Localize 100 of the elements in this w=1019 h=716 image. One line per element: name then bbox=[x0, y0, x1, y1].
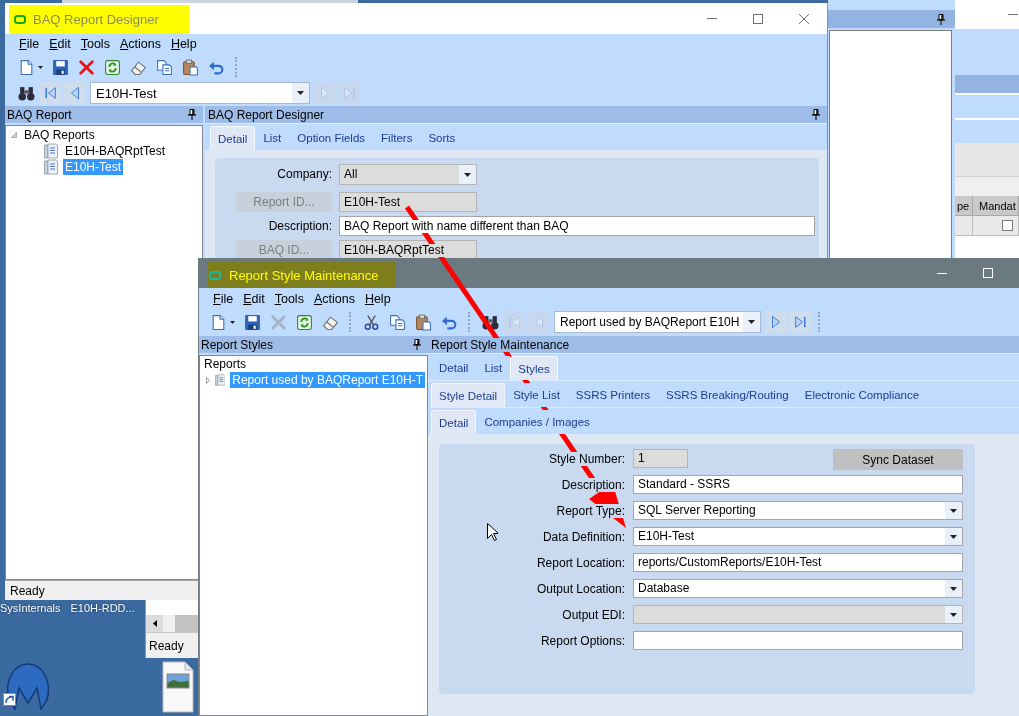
skip-back-icon bbox=[508, 315, 522, 329]
first-record-button[interactable] bbox=[40, 82, 62, 104]
mouse-pointer-icon bbox=[487, 523, 498, 541]
window-app-icon bbox=[209, 270, 221, 280]
refresh-icon[interactable] bbox=[103, 58, 121, 76]
triangle-right-icon[interactable] bbox=[206, 375, 210, 385]
tree-item[interactable]: BAQ Reports bbox=[22, 127, 97, 143]
horizontal-scrollbar[interactable] bbox=[146, 615, 198, 632]
menu-item[interactable]: Tools bbox=[269, 292, 309, 306]
triangle-left-icon bbox=[152, 620, 157, 627]
field-label: Company: bbox=[277, 167, 332, 181]
desktop-icon-label[interactable]: E10H-RDD... bbox=[70, 602, 135, 614]
menu-item[interactable]: Tools bbox=[75, 37, 115, 51]
menu-item[interactable]: Help bbox=[359, 292, 396, 306]
panel-title: BAQ Report Designer bbox=[208, 107, 325, 122]
menu-item[interactable]: File bbox=[14, 37, 45, 51]
menu-item[interactable]: Edit bbox=[238, 292, 270, 306]
grid-toolbar bbox=[955, 143, 1019, 176]
next-record-button[interactable] bbox=[765, 311, 788, 333]
field-label: Description: bbox=[268, 219, 332, 233]
text-field[interactable]: E10H-Test bbox=[339, 192, 477, 212]
dropdown-field[interactable] bbox=[633, 605, 963, 624]
dropdown-field[interactable]: E10H-Test bbox=[633, 527, 963, 546]
record-dropdown[interactable]: E10H-Test bbox=[90, 82, 310, 104]
number-field[interactable]: 1 bbox=[633, 449, 688, 468]
triangle-left-icon bbox=[532, 315, 546, 329]
window-title: BAQ Report Designer bbox=[33, 12, 159, 27]
caret-down-icon[interactable] bbox=[950, 534, 957, 539]
copy-icon[interactable] bbox=[388, 313, 406, 331]
document-icon bbox=[44, 143, 58, 159]
dropdown-field[interactable]: SQL Server Reporting bbox=[633, 501, 963, 520]
caret-down-icon[interactable] bbox=[37, 65, 43, 69]
caret-down-icon[interactable] bbox=[950, 612, 957, 617]
dropdown-field[interactable]: All bbox=[339, 164, 477, 185]
caret-down-icon[interactable] bbox=[950, 586, 957, 591]
tab[interactable]: Style Detail bbox=[431, 383, 506, 407]
window-title: Report Style Maintenance bbox=[229, 267, 379, 283]
last-record-button[interactable] bbox=[789, 311, 812, 333]
menu-item[interactable]: Help bbox=[165, 37, 202, 51]
record-dropdown[interactable]: Report used by BAQReport E10H bbox=[554, 311, 762, 333]
scroll-left-button[interactable] bbox=[146, 615, 163, 632]
field-label: Report Type: bbox=[556, 503, 625, 518]
clipboard-icon[interactable] bbox=[414, 313, 432, 331]
document-icon bbox=[214, 372, 226, 388]
field-label: Output EDI: bbox=[562, 607, 625, 622]
caret-down-icon[interactable] bbox=[950, 508, 957, 513]
shortcut-arrow-icon bbox=[3, 693, 16, 706]
column-header[interactable]: pe bbox=[955, 196, 973, 216]
dropdown-field[interactable]: Database bbox=[633, 579, 963, 598]
text-field[interactable] bbox=[633, 631, 963, 650]
tab[interactable]: Detail bbox=[210, 126, 256, 150]
clipboard-icon[interactable] bbox=[181, 58, 199, 76]
column-header[interactable]: Mandat bbox=[973, 196, 1019, 216]
tab[interactable]: Styles bbox=[510, 356, 558, 380]
desktop-icon-label[interactable]: SysInternals bbox=[0, 602, 61, 614]
tree-item[interactable]: E10H-BAQRptTest bbox=[63, 143, 168, 159]
binoculars-icon[interactable] bbox=[481, 313, 499, 331]
field-label: Description: bbox=[561, 477, 625, 492]
refresh-icon[interactable] bbox=[295, 313, 313, 331]
status-text: Ready bbox=[10, 583, 45, 598]
skip-back-icon bbox=[44, 86, 58, 100]
triangle-left-icon bbox=[68, 86, 82, 100]
tree-item[interactable]: Reports bbox=[202, 356, 249, 372]
pin-icon[interactable] bbox=[413, 339, 421, 350]
checkbox-icon[interactable] bbox=[1002, 220, 1013, 231]
panel-header bbox=[955, 75, 1019, 93]
pin-icon[interactable] bbox=[937, 13, 945, 25]
menu-item[interactable]: Actions bbox=[114, 37, 166, 51]
minimize-icon[interactable] bbox=[937, 272, 947, 274]
panel-title: BAQ Report bbox=[7, 107, 72, 122]
field-label: Output Location: bbox=[536, 581, 625, 596]
caret-down-icon[interactable] bbox=[297, 91, 304, 95]
menu-item[interactable]: File bbox=[208, 292, 239, 306]
field-label: Style Number: bbox=[548, 451, 625, 466]
pin-icon[interactable] bbox=[188, 109, 196, 120]
binoculars-icon[interactable] bbox=[17, 84, 35, 102]
text-field[interactable]: Standard - SSRS bbox=[633, 475, 963, 494]
skip-forward-icon bbox=[342, 86, 356, 100]
sync-dataset-button[interactable]: Sync Dataset bbox=[833, 449, 963, 470]
tab[interactable]: Detail bbox=[431, 410, 477, 434]
field-label: Data Definition: bbox=[542, 529, 625, 544]
x-mark-icon[interactable] bbox=[77, 58, 95, 76]
scissors-icon[interactable] bbox=[362, 313, 380, 331]
copy-icon[interactable] bbox=[155, 58, 173, 76]
grid-caption-bar bbox=[955, 176, 1019, 196]
menu-item[interactable]: Edit bbox=[44, 37, 76, 51]
field-label: Report Options: bbox=[540, 633, 625, 648]
image-file-icon[interactable] bbox=[162, 661, 194, 713]
caret-down-icon[interactable] bbox=[229, 320, 235, 324]
document-icon bbox=[44, 159, 58, 175]
eraser-icon[interactable] bbox=[129, 58, 147, 76]
caret-down-icon[interactable] bbox=[748, 320, 756, 324]
caret-down-icon[interactable] bbox=[464, 172, 471, 177]
pin-icon[interactable] bbox=[812, 109, 820, 120]
previous-record-button[interactable] bbox=[64, 82, 86, 104]
panel-title: Report Styles bbox=[201, 337, 274, 352]
eraser-icon[interactable] bbox=[321, 313, 339, 331]
text-field[interactable]: BAQ Report with name different than BAQ bbox=[339, 216, 815, 236]
text-field[interactable]: reports/CustomReports/E10H-Test bbox=[633, 553, 963, 572]
menu-item[interactable]: Actions bbox=[308, 292, 360, 306]
